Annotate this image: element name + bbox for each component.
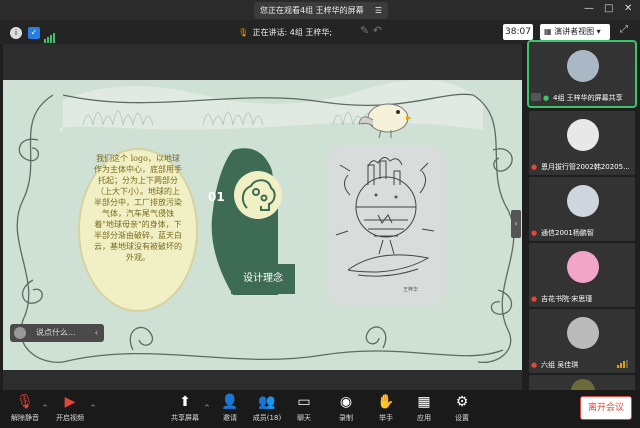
- settings-button[interactable]: ⚙ 设置: [448, 393, 476, 423]
- unmute-label: 解除静音: [11, 414, 39, 422]
- chevron-left-icon[interactable]: ‹: [95, 324, 98, 342]
- participant-tile[interactable]: ● 4组 王梓华的屏幕共享: [527, 40, 637, 108]
- active-speaker: 🎙 正在讲话: 4组 王梓华;: [238, 24, 332, 42]
- meeting-toolbar: 🎙 解除静音 ^ ▶ 开启视频 ^ ⬆ 共享屏幕 ^ 👤 邀请 👥 成员(18)…: [0, 390, 640, 428]
- avatar: [567, 251, 599, 283]
- unmute-button[interactable]: 🎙 解除静音: [8, 393, 42, 423]
- view-mode-button[interactable]: ▦ 演讲者视图 ▾: [540, 24, 610, 40]
- mic-on-icon: ●: [543, 94, 550, 102]
- speaking-mic-icon: 🎙: [238, 28, 249, 37]
- record-label: 录制: [339, 414, 353, 422]
- avatar: [567, 50, 599, 82]
- meeting-timer: 38:07: [503, 24, 533, 40]
- mic-off-icon: ●: [531, 361, 538, 369]
- avatar: [567, 317, 599, 349]
- participant-caption: ● 恩月拔行管2002韩20205...: [531, 161, 630, 173]
- invite-icon: 👤: [221, 394, 239, 410]
- participant-name: 通信2001杨鹏智: [541, 229, 594, 237]
- speaker-name: 4组 王梓华;: [289, 28, 333, 37]
- grid-icon: ▦: [544, 27, 555, 36]
- share-screen-icon: ⬆: [179, 394, 191, 410]
- members-label: 成员(18): [252, 414, 282, 422]
- video-off-icon: ▶: [64, 394, 76, 410]
- sidebar-collapse-button[interactable]: ›: [511, 210, 521, 238]
- settings-label: 设置: [455, 414, 469, 422]
- minimize-icon[interactable]: —: [584, 3, 594, 14]
- avatar: [567, 119, 599, 151]
- menu-icon[interactable]: ☰: [375, 2, 382, 19]
- mic-off-icon: ●: [531, 229, 538, 237]
- hand-label: 举手: [379, 414, 393, 422]
- chat-placeholder: 说点什么...: [36, 328, 76, 337]
- close-icon[interactable]: ✕: [624, 3, 632, 14]
- logo-sketch-image: [328, 145, 446, 305]
- invite-label: 邀请: [223, 414, 237, 422]
- chat-input[interactable]: 说点什么... ‹: [10, 324, 104, 342]
- participant-name: 4组 王梓华的屏幕共享: [553, 94, 623, 102]
- shield-icon[interactable]: ✓: [28, 27, 40, 39]
- chevron-up-icon[interactable]: ^: [42, 404, 48, 412]
- participant-tile[interactable]: ● 吉花书院·宋思瑾: [529, 243, 635, 307]
- signal-icon[interactable]: [44, 28, 56, 43]
- participant-caption: ● 通信2001杨鹏智: [531, 227, 594, 239]
- mic-off-icon: 🎙: [16, 394, 34, 410]
- avatar: [14, 327, 26, 339]
- participant-tile[interactable]: ● 通信2001杨鹏智: [529, 177, 635, 241]
- video-label: 开启视频: [56, 414, 84, 422]
- share-screen-button[interactable]: ⬆ 共享屏幕: [168, 393, 202, 423]
- participant-tile[interactable]: ● 恩月拔行管2002韩20205...: [529, 111, 635, 175]
- screen-share-title[interactable]: 您正在观看4组 王梓华的屏幕 ☰: [254, 2, 388, 19]
- info-icon[interactable]: i: [10, 27, 22, 39]
- section-number: 01: [208, 190, 225, 204]
- annotation-tools-icon: ✎ ↶: [360, 24, 382, 37]
- participant-name: 恩月拔行管2002韩20205...: [541, 163, 630, 171]
- raise-hand-icon: ✋: [377, 394, 395, 410]
- chat-icon: ▭: [297, 394, 311, 410]
- chevron-up-icon[interactable]: ^: [204, 404, 210, 412]
- mic-off-icon: ●: [531, 163, 538, 171]
- participant-sidebar: ● 4组 王梓华的屏幕共享 ● 恩月拔行管2002韩20205... ● 通信2001…: [524, 40, 640, 395]
- record-icon: ◉: [339, 394, 353, 410]
- raise-hand-button[interactable]: ✋ 举手: [372, 393, 400, 423]
- participant-caption: ● 六组 吴佳琪: [531, 359, 578, 371]
- participant-tile[interactable]: ● 六组 吴佳琪: [529, 309, 635, 373]
- logo-description-text: 我们这个 logo，以地球作为主体中心，底部用手托起；分为上下两部分（上大下小）…: [94, 154, 182, 262]
- title-text: 您正在观看4组 王梓华的屏幕: [260, 6, 364, 15]
- sketch-signature: 王梓华: [403, 287, 419, 293]
- leave-meeting-button[interactable]: 离开会议: [580, 396, 632, 420]
- chat-button[interactable]: ▭ 聊天: [290, 393, 318, 423]
- apps-label: 应用: [417, 414, 431, 422]
- view-mode-label: 演讲者视图: [554, 27, 595, 36]
- speaker-prefix: 正在讲话:: [252, 28, 288, 37]
- participant-caption: ● 4组 王梓华的屏幕共享: [531, 92, 623, 104]
- maximize-icon[interactable]: □: [604, 3, 613, 14]
- participant-name: 六组 吴佳琪: [541, 361, 579, 369]
- members-icon: 👥: [258, 394, 276, 410]
- invite-button[interactable]: 👤 邀请: [216, 393, 244, 423]
- gear-icon: ⚙: [455, 394, 469, 410]
- record-button[interactable]: ◉ 录制: [332, 393, 360, 423]
- avatar: [567, 185, 599, 217]
- members-button[interactable]: 👥 成员(18): [250, 393, 284, 423]
- design-concept-label: 设计理念: [231, 264, 295, 294]
- fullscreen-icon[interactable]: ⤢: [620, 24, 628, 35]
- share-label: 共享屏幕: [171, 414, 199, 422]
- chevron-down-icon: ▾: [596, 27, 601, 36]
- chat-label: 聊天: [297, 414, 311, 422]
- signal-icon: [617, 360, 629, 368]
- participant-caption: ● 吉花书院·宋思瑾: [531, 293, 592, 305]
- screen-share-icon: [531, 93, 541, 101]
- window-titlebar: 您正在观看4组 王梓华的屏幕 ☰ — □ ✕: [0, 0, 640, 20]
- chevron-up-icon[interactable]: ^: [90, 404, 96, 412]
- start-video-button[interactable]: ▶ 开启视频: [52, 393, 88, 423]
- apps-button[interactable]: ▦ 应用: [410, 393, 438, 423]
- apps-icon: ▦: [417, 394, 431, 410]
- mic-off-icon: ●: [531, 295, 538, 303]
- participant-name: 吉花书院·宋思瑾: [541, 295, 593, 303]
